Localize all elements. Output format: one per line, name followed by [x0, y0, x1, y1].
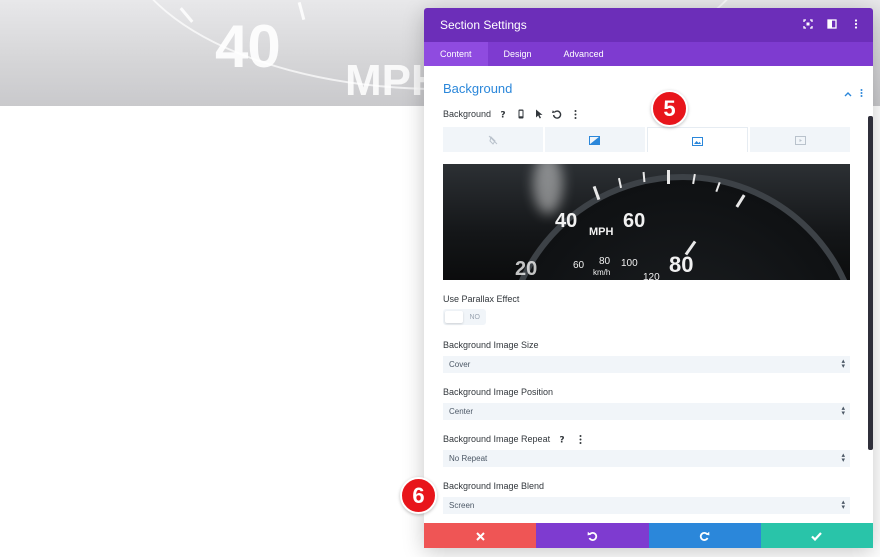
- no-background-icon: [488, 130, 498, 149]
- select-caret-icon: ▴ ▾: [841, 499, 845, 511]
- fullscreen-icon[interactable]: [801, 17, 815, 31]
- image-blend-label: Background Image Blend: [443, 481, 545, 491]
- more-vertical-icon[interactable]: [860, 82, 863, 101]
- image-icon: [691, 131, 703, 150]
- undo-icon: [587, 526, 598, 545]
- image-position-select[interactable]: Center ▴ ▾: [443, 403, 850, 420]
- image-size-select[interactable]: Cover ▴ ▾: [443, 356, 850, 373]
- tab-video[interactable]: [750, 127, 850, 152]
- dial-tick: [667, 170, 670, 184]
- select-caret-icon: ▴ ▾: [841, 405, 845, 417]
- image-repeat-label-row: Background Image Repeat ?: [443, 433, 586, 445]
- redo-icon: [699, 526, 710, 545]
- dial-number: 60: [573, 260, 585, 271]
- tab-content[interactable]: Content: [424, 42, 488, 66]
- close-icon: [475, 526, 485, 545]
- cursor-icon[interactable]: [533, 108, 545, 120]
- parallax-toggle[interactable]: NO: [443, 309, 486, 325]
- background-toggle-header[interactable]: Background: [443, 78, 863, 98]
- dial-unit: MPH: [589, 226, 614, 238]
- modal-header-actions: [801, 17, 863, 31]
- help-icon[interactable]: ?: [497, 108, 509, 120]
- modal-footer: [424, 523, 873, 548]
- image-blend-select[interactable]: Screen ▴ ▾: [443, 497, 850, 514]
- image-blend-value: Screen: [449, 501, 475, 510]
- tab-design[interactable]: Design: [488, 42, 548, 66]
- undo-button[interactable]: [536, 523, 649, 548]
- image-position-value: Center: [449, 407, 474, 416]
- background-label-row: Background ?: [443, 108, 581, 120]
- split-layout-icon[interactable]: [825, 17, 839, 31]
- modal-scrollbar[interactable]: [868, 116, 873, 450]
- save-button[interactable]: [760, 523, 873, 548]
- tab-image[interactable]: [646, 127, 749, 152]
- background-toggle-title: Background: [443, 80, 513, 96]
- gradient-icon: [589, 130, 601, 149]
- more-vertical-icon[interactable]: [574, 433, 586, 445]
- tab-no-background[interactable]: [443, 127, 543, 152]
- check-icon: [811, 526, 823, 545]
- image-position-label: Background Image Position: [443, 387, 554, 397]
- dial-number: 100: [621, 258, 638, 269]
- chevron-up-icon[interactable]: [844, 82, 852, 101]
- toggle-knob: [445, 311, 463, 323]
- background-type-tabs: [443, 127, 850, 152]
- more-vertical-icon[interactable]: [849, 17, 863, 31]
- parallax-label: Use Parallax Effect: [443, 294, 520, 304]
- background-image-preview[interactable]: 40 60 80 20 MPH 60 80 100 120 km/h: [443, 164, 850, 280]
- dial-number: 20: [515, 258, 538, 280]
- modal-title: Section Settings: [440, 18, 527, 32]
- mobile-icon[interactable]: [515, 108, 527, 120]
- background-field-label: Background: [443, 109, 492, 119]
- dial-number: 80: [599, 256, 611, 267]
- step-badge-6: 6: [400, 477, 437, 514]
- image-repeat-label: Background Image Repeat: [443, 434, 551, 444]
- section-settings-modal: Section Settings Content Design Advanced…: [424, 8, 873, 548]
- modal-content: Background Background ? 40 60 80 20 MPH …: [424, 66, 873, 522]
- dial-number: 60: [623, 210, 646, 232]
- redo-button[interactable]: [648, 523, 761, 548]
- dial-tick: [642, 171, 646, 183]
- select-caret-icon: ▴ ▾: [841, 358, 845, 370]
- image-size-label: Background Image Size: [443, 340, 539, 350]
- modal-tabs: Content Design Advanced: [424, 42, 873, 66]
- step-badge-5: 5: [651, 90, 688, 127]
- discard-button[interactable]: [424, 523, 537, 548]
- select-caret-icon: ▴ ▾: [841, 452, 845, 464]
- more-vertical-icon[interactable]: [569, 108, 581, 120]
- modal-header: Section Settings: [424, 8, 873, 42]
- toggle-header-actions: [844, 82, 863, 101]
- image-size-value: Cover: [449, 360, 471, 369]
- tab-gradient[interactable]: [544, 127, 645, 152]
- svg-text:?: ?: [500, 111, 505, 120]
- dial-unit: km/h: [593, 268, 611, 277]
- dial-number: 120: [643, 272, 660, 280]
- image-repeat-value: No Repeat: [449, 454, 488, 463]
- dial-glare: [533, 164, 563, 214]
- dial-number: 40: [555, 210, 578, 232]
- hero-speed-number: 40: [215, 13, 281, 80]
- svg-text:?: ?: [559, 436, 564, 445]
- video-icon: [794, 130, 806, 149]
- help-icon[interactable]: ?: [556, 433, 568, 445]
- dial-number: 80: [669, 252, 694, 277]
- image-repeat-select[interactable]: No Repeat ▴ ▾: [443, 450, 850, 467]
- tab-advanced[interactable]: Advanced: [548, 42, 620, 66]
- reset-icon[interactable]: [551, 108, 563, 120]
- parallax-toggle-value: NO: [469, 313, 481, 321]
